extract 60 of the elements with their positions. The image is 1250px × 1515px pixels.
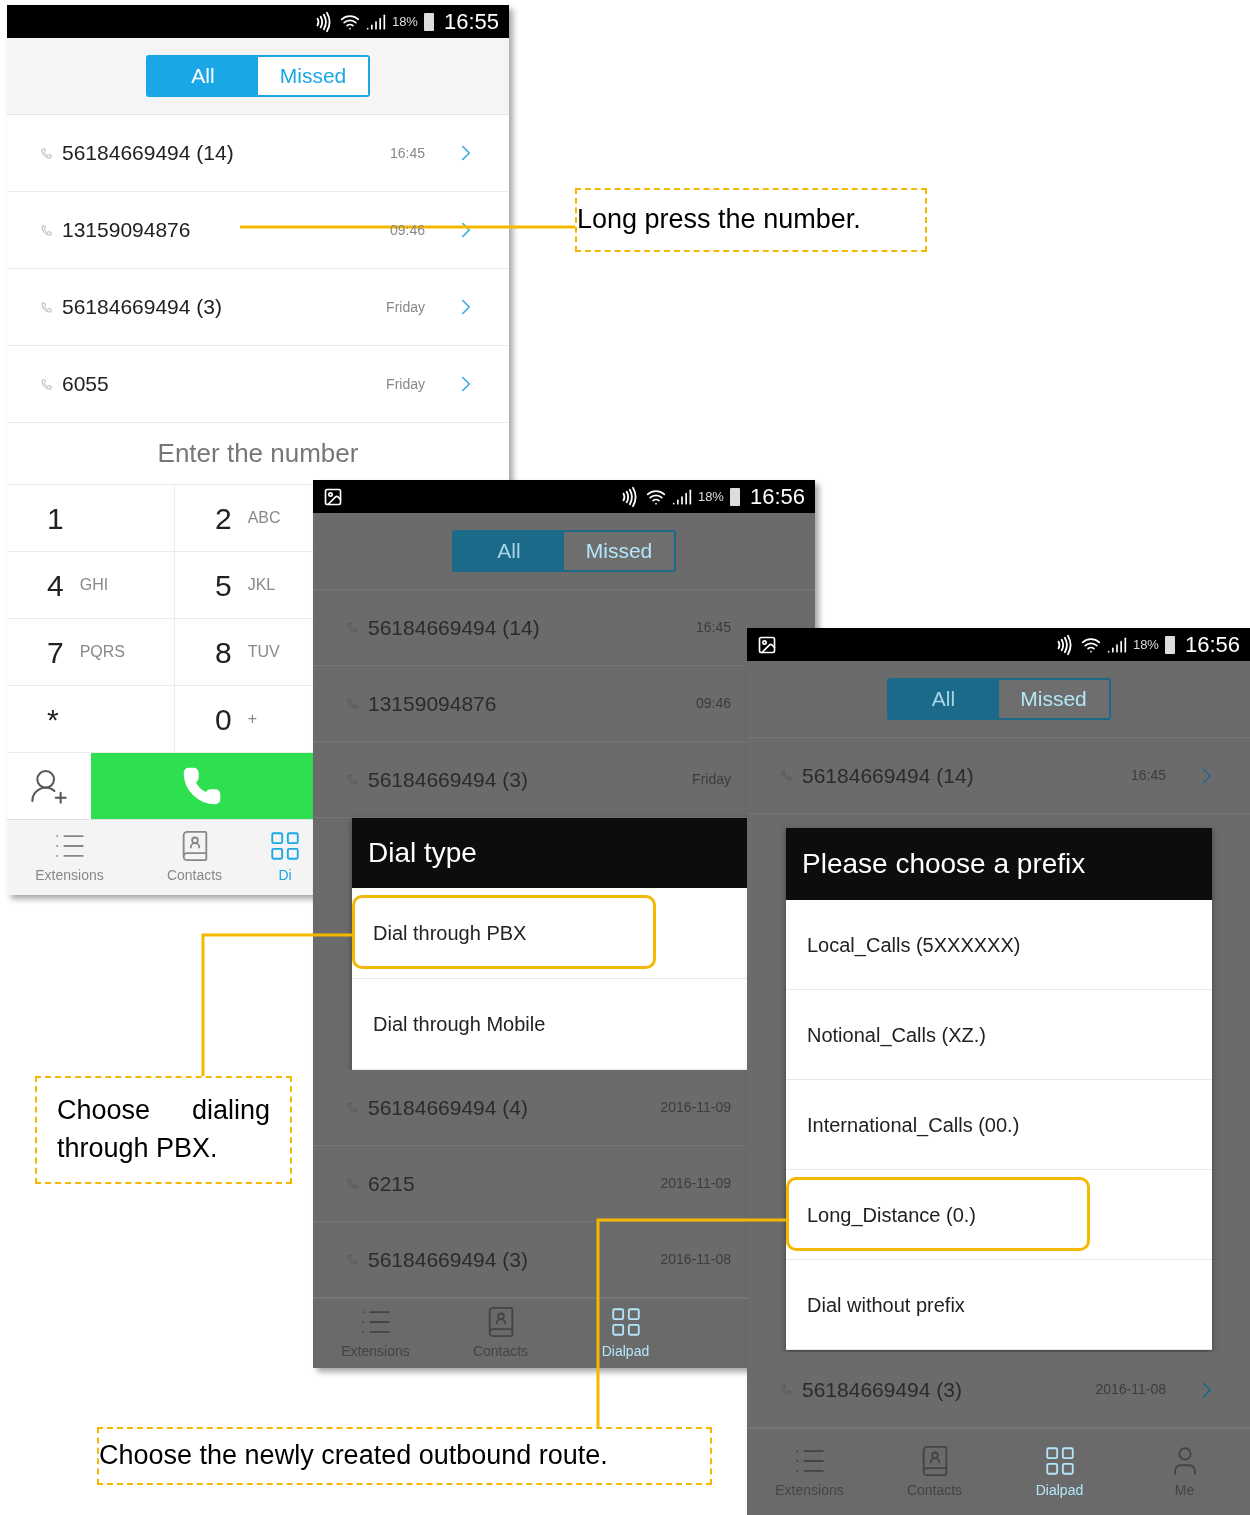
- battery-icon: [423, 12, 434, 31]
- call-number: 56184669494 (3): [368, 1246, 528, 1273]
- dialog-option[interactable]: Long_Distance (0.): [786, 1170, 1212, 1260]
- nav-tab[interactable]: Extensions: [7, 829, 132, 886]
- dialog-option[interactable]: Dial without prefix: [786, 1260, 1212, 1350]
- call-number: 56184669494 (14): [62, 140, 234, 167]
- filter-tab[interactable]: All: [148, 57, 258, 95]
- call-number: 56184669494 (3): [368, 766, 528, 793]
- dialog-title: Please choose a prefix: [786, 828, 1212, 900]
- phone-icon: [41, 378, 52, 390]
- call-row[interactable]: 56184669494 (14) 16:45: [7, 115, 509, 192]
- call-time: 16:45: [389, 143, 425, 163]
- status-time: 16:56: [749, 483, 805, 511]
- status-time: 16:56: [1184, 631, 1240, 659]
- battery-percent: 18%: [697, 487, 724, 506]
- phone-icon: [41, 147, 52, 159]
- call-number: 56184669494 (14): [368, 614, 540, 641]
- call-row[interactable]: 6055 Friday: [7, 346, 509, 423]
- call-row[interactable]: 56184669494 (3) Friday: [7, 269, 509, 346]
- nav-tab[interactable]: Di: [257, 829, 313, 886]
- call-number: 6215: [368, 1170, 415, 1197]
- number-field[interactable]: Enter the number: [7, 423, 509, 485]
- status-time: 16:55: [443, 8, 499, 36]
- call-time: Friday: [386, 374, 425, 394]
- battery-percent: 18%: [391, 12, 418, 31]
- dialog-option[interactable]: International_Calls (00.): [786, 1080, 1212, 1170]
- nav-tab[interactable]: Contacts: [132, 829, 257, 886]
- dialog-option[interactable]: Notional_Calls (XZ.): [786, 990, 1212, 1080]
- call-time: Friday: [386, 297, 425, 317]
- grid-icon: [268, 829, 302, 863]
- call-number: 6055: [62, 371, 109, 398]
- filter-tab[interactable]: All: [888, 680, 999, 718]
- nav-tab[interactable]: Dialpad: [563, 1305, 688, 1362]
- dialog-title: Dial type: [352, 818, 747, 888]
- filter-tab[interactable]: Missed: [258, 57, 368, 95]
- battery-percent: 18%: [1132, 635, 1159, 654]
- keypad-key[interactable]: 1: [7, 485, 175, 552]
- call-number: 56184669494 (3): [62, 294, 222, 321]
- screenshot-icon: [323, 486, 343, 507]
- filter-tab[interactable]: All: [454, 532, 564, 570]
- dialog-option[interactable]: Dial through PBX: [352, 888, 747, 979]
- phone-icon: [41, 224, 52, 236]
- callout-text: Long press the number.: [575, 188, 927, 252]
- callout-text: Choose the newly created outbound route.: [97, 1427, 712, 1485]
- callout-text: Choose dialing through PBX.: [35, 1076, 292, 1184]
- dialog-option[interactable]: Local_Calls (5XXXXXX): [786, 900, 1212, 990]
- keypad-key[interactable]: *: [7, 686, 175, 753]
- call-number: 56184669494 (4): [368, 1094, 528, 1121]
- screenshot-icon: [757, 634, 777, 655]
- call-number: 13159094876: [368, 690, 497, 717]
- call-number: 13159094876: [62, 217, 191, 244]
- call-number: 56184669494 (3): [802, 1376, 962, 1403]
- keypad-key[interactable]: 7 PQRS: [7, 619, 175, 686]
- keypad-key[interactable]: 4 GHI: [7, 552, 175, 619]
- phone-icon: [41, 301, 52, 313]
- battery-icon: [729, 487, 740, 506]
- nav-tab[interactable]: Dialpad: [997, 1443, 1122, 1501]
- battery-icon: [1164, 635, 1175, 654]
- phone-icon: [182, 766, 222, 806]
- call-number: 56184669494 (14): [802, 762, 974, 789]
